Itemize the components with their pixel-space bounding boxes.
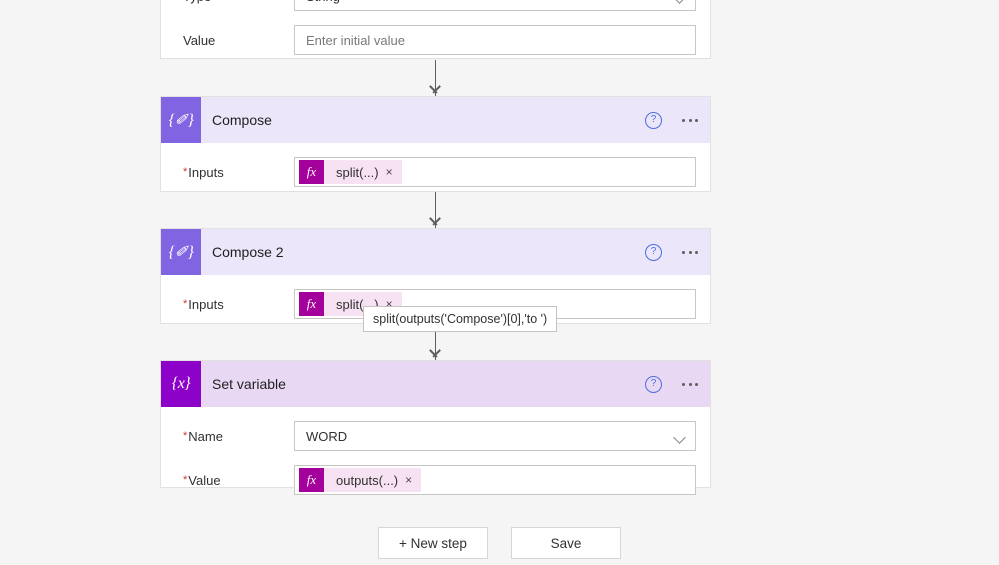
required-asterisk: *	[183, 165, 188, 178]
initialize-variable-card: Type String Value Enter initial value	[160, 0, 711, 59]
compose-icon-glyph: {✐}	[168, 244, 194, 261]
compose-inputs-input[interactable]: fx split(...) ×	[294, 157, 696, 187]
type-field-label: Type	[175, 0, 294, 4]
token-label: split(...)	[336, 164, 379, 180]
chevron-down-icon	[673, 0, 686, 4]
token-remove-icon[interactable]: ×	[386, 166, 402, 178]
compose-header-actions: ?	[645, 97, 699, 143]
connector-arrow-2	[435, 192, 437, 228]
fx-icon: fx	[299, 292, 324, 316]
ellipsis-icon[interactable]	[681, 247, 699, 258]
compose-braces-pencil-icon: {✐}	[161, 97, 201, 143]
compose-inputs-row: *Inputs fx split(...) ×	[175, 157, 696, 187]
set-variable-icon-glyph: {x}	[171, 375, 191, 392]
compose-2-header-actions: ?	[645, 229, 699, 275]
set-variable-card: {x} Set variable ? *Name WORD *Value fx …	[160, 360, 711, 495]
fx-icon: fx	[299, 160, 324, 184]
arrow-head-icon	[429, 83, 442, 96]
expression-token[interactable]: fx outputs(...) ×	[299, 468, 422, 492]
set-variable-name-label: *Name	[175, 429, 294, 444]
token-remove-icon[interactable]: ×	[405, 474, 421, 486]
connector-arrow-1	[435, 60, 437, 96]
initial-value-input[interactable]: Enter initial value	[294, 25, 696, 55]
set-variable-header-actions: ?	[645, 361, 699, 407]
initial-value-placeholder: Enter initial value	[306, 32, 405, 48]
save-button[interactable]: Save	[511, 527, 621, 559]
set-variable-card-title: Set variable	[212, 376, 286, 392]
set-variable-braces-x-icon: {x}	[161, 361, 201, 407]
type-dropdown-value: String	[295, 0, 340, 4]
compose-card-header[interactable]: {✐} Compose ?	[161, 97, 710, 143]
type-field-row: Type String	[175, 0, 696, 11]
flow-designer-canvas: Type String Value Enter initial value {✐…	[0, 0, 999, 565]
set-variable-card-body: *Name WORD *Value fx outputs(...) ×	[161, 421, 710, 515]
compose-braces-pencil-icon: {✐}	[161, 229, 201, 275]
type-dropdown[interactable]: String	[294, 0, 696, 11]
value-field-row: Value Enter initial value	[175, 25, 696, 55]
required-asterisk: *	[183, 473, 188, 486]
ellipsis-icon[interactable]	[681, 379, 699, 390]
required-asterisk: *	[183, 429, 188, 442]
set-variable-value-row: *Value fx outputs(...) ×	[175, 465, 696, 495]
help-circle-icon[interactable]: ?	[645, 111, 662, 129]
fx-icon: fx	[299, 468, 324, 492]
compose-inputs-label: *Inputs	[175, 165, 294, 180]
compose-2-card-header[interactable]: {✐} Compose 2 ?	[161, 229, 710, 275]
set-variable-name-value: WORD	[306, 428, 348, 444]
compose-icon-glyph: {✐}	[168, 112, 194, 129]
token-label: outputs(...)	[336, 472, 399, 488]
compose-card: {✐} Compose ? *Inputs fx split(...) ×	[160, 96, 711, 192]
arrow-head-icon	[429, 347, 442, 360]
set-variable-value-label-text: Value	[188, 472, 221, 488]
expression-token[interactable]: fx split(...) ×	[299, 160, 402, 184]
ellipsis-icon[interactable]	[681, 115, 699, 126]
help-circle-icon[interactable]: ?	[645, 375, 662, 393]
help-circle-icon[interactable]: ?	[645, 243, 662, 261]
compose-2-inputs-label: *Inputs	[175, 297, 294, 312]
value-field-label: Value	[183, 32, 216, 48]
set-variable-name-row: *Name WORD	[175, 421, 696, 451]
required-asterisk: *	[183, 297, 188, 310]
compose-card-title: Compose	[212, 112, 272, 128]
arrow-head-icon	[429, 215, 442, 228]
new-step-button[interactable]: + New step	[378, 527, 488, 559]
set-variable-value-input[interactable]: fx outputs(...) ×	[294, 465, 696, 495]
compose-2-inputs-label-text: Inputs	[188, 296, 224, 312]
set-variable-card-header[interactable]: {x} Set variable ?	[161, 361, 710, 407]
set-variable-name-label-text: Name	[188, 428, 223, 444]
set-variable-value-label: *Value	[175, 473, 294, 488]
compose-2-card-title: Compose 2	[212, 244, 284, 260]
set-variable-name-dropdown[interactable]: WORD	[294, 421, 696, 451]
footer-actions: + New step Save	[0, 527, 999, 559]
compose-inputs-label-text: Inputs	[188, 164, 224, 180]
expression-tooltip: split(outputs('Compose')[0],'to ')	[363, 306, 558, 332]
chevron-down-icon	[673, 431, 686, 444]
